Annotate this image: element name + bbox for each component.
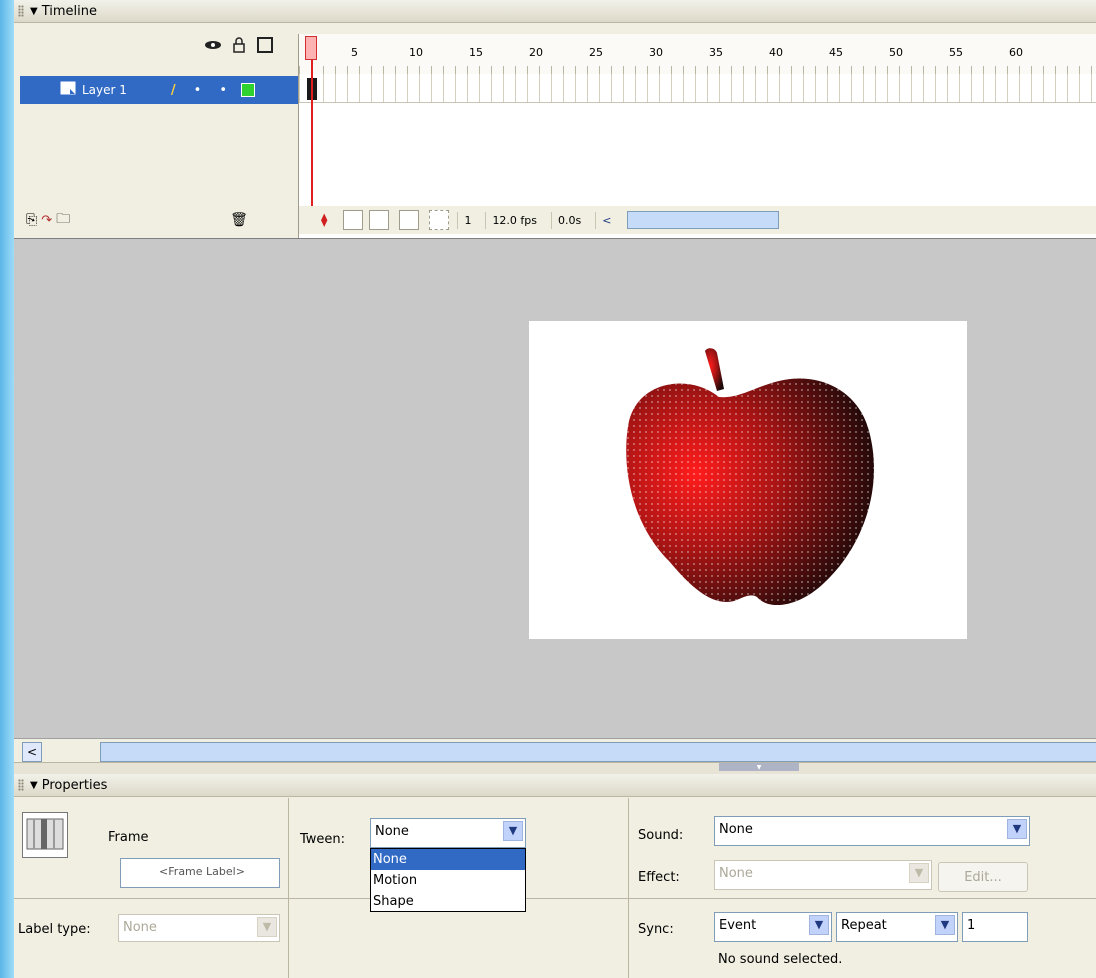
tween-option-shape[interactable]: Shape [371,891,525,912]
insert-layer-icon[interactable]: ⎘ [26,212,37,228]
frames-row[interactable] [299,74,1096,103]
layer-footer: ⎘ ↷ 🗀 🗑 [20,206,300,234]
collapse-triangle-icon[interactable]: ▼ [30,780,38,791]
repeat-select[interactable]: Repeat ▼ [836,912,958,942]
tween-option-none[interactable]: None [371,849,525,870]
timeline-panel: ▼ Timeline Layer 1 / • • ⎘ ↷ 🗀 🗑 5 10 15… [14,0,1096,238]
chevron-down-icon[interactable]: ▼ [935,915,955,935]
effect-label: Effect: [638,870,680,885]
layer-name[interactable]: Layer 1 [82,83,127,97]
chevron-down-icon: ▼ [909,863,929,883]
stage-area[interactable] [14,238,1096,739]
layer-color-icon[interactable] [241,83,255,97]
ruler-tick: 20 [529,46,543,59]
ruler-tick: 55 [949,46,963,59]
tween-select[interactable]: None ▼ [370,818,526,848]
center-frame-icon[interactable]: ⧫ [321,213,327,228]
timeline-scrollbar[interactable] [627,211,780,229]
effect-value: None [719,866,753,881]
add-guide-layer-icon[interactable]: ↷ [41,213,52,228]
repeat-count-input[interactable]: 1 [962,912,1028,942]
properties-title: Properties [41,777,108,793]
tween-dropdown-list[interactable]: None Motion Shape [370,848,526,912]
current-frame: 1 [457,211,477,229]
ruler-tick: 60 [1009,46,1023,59]
collapse-triangle-icon[interactable]: ▼ [30,6,38,17]
sync-select[interactable]: Event ▼ [714,912,832,942]
sound-value: None [719,822,753,837]
divider [14,898,1096,899]
eye-icon[interactable] [204,36,222,54]
ruler-tick: 5 [351,46,358,59]
sound-label: Sound: [638,828,684,843]
tween-label: Tween: [300,832,346,847]
window-edge [0,0,14,978]
ruler-tick: 30 [649,46,663,59]
delete-layer-icon[interactable]: 🗑 [230,212,248,228]
outline-icon[interactable] [256,36,274,54]
lock-dot-icon[interactable]: • [219,83,227,98]
frame-rate[interactable]: 12.0 fps [485,211,543,229]
ruler-tick: 10 [409,46,423,59]
insert-folder-icon[interactable]: 🗀 [56,208,70,232]
frame-ruler[interactable]: 1 5 10 15 20 25 30 35 40 45 50 55 60 [299,34,1096,75]
pencil-icon: / [170,82,176,98]
frame-label-input[interactable]: <Frame Label> [120,858,280,888]
sync-value: Event [719,918,757,933]
chevron-down-icon[interactable]: ▼ [503,821,523,841]
timeline-footer: ⧫ 1 12.0 fps 0.0s < [299,206,1096,234]
ruler-tick: 50 [889,46,903,59]
grip-icon[interactable] [18,5,24,17]
scroll-left-arrow-icon[interactable]: < [22,742,42,762]
sound-status: No sound selected. [718,952,843,967]
layer-header-icons [204,36,274,54]
ruler-tick: 45 [829,46,843,59]
scroll-left-icon[interactable]: < [595,211,617,229]
chevron-down-icon[interactable]: ▼ [1007,819,1027,839]
apple-graphic[interactable] [529,321,967,639]
layer-row[interactable]: Layer 1 / • • [20,76,300,104]
grip-icon[interactable] [18,779,24,791]
playhead-line [311,60,313,210]
ruler-tick: 35 [709,46,723,59]
label-type-select: None ▼ [118,914,280,942]
scroll-thumb[interactable] [100,742,1096,762]
chevron-down-icon: ▼ [257,917,277,937]
frame-area[interactable]: 1 5 10 15 20 25 30 35 40 45 50 55 60 ⧫ [298,34,1096,238]
playhead[interactable] [305,36,317,60]
visible-dot-icon[interactable]: • [194,83,202,98]
elapsed-time: 0.0s [551,211,587,229]
label-type-label: Label type: [18,922,91,937]
chevron-down-icon[interactable]: ▼ [809,915,829,935]
onion-skin-outlines-icon[interactable] [369,210,390,230]
timeline-title: Timeline [41,3,97,19]
modify-markers-icon[interactable] [429,210,450,230]
sound-select[interactable]: None ▼ [714,816,1030,846]
properties-header[interactable]: ▼ Properties [14,774,1096,797]
repeat-value: Repeat [841,918,887,933]
stage[interactable] [529,321,967,639]
ruler-tick: 40 [769,46,783,59]
timeline-header[interactable]: ▼ Timeline [14,0,1096,23]
sync-label: Sync: [638,922,674,937]
tween-value: None [375,824,409,839]
ruler-tick: 25 [589,46,603,59]
frame-label: Frame [108,830,149,845]
edit-multiple-frames-icon[interactable] [399,210,420,230]
lock-icon[interactable] [230,36,248,54]
stage-scrollbar[interactable]: < [14,738,1096,763]
label-type-value: None [123,920,157,935]
divider [628,798,629,978]
effect-select: None ▼ [714,860,932,890]
tween-option-motion[interactable]: Motion [371,870,525,891]
edit-button: Edit... [938,862,1028,892]
collapse-arrow-icon[interactable]: ▼ [719,763,799,771]
onion-skin-icon[interactable] [343,210,364,230]
ruler-tick: 15 [469,46,483,59]
properties-panel: ▼ Properties Frame <Frame Label> Label t… [14,774,1096,978]
divider [288,798,289,978]
flash-app: ▼ Timeline Layer 1 / • • ⎘ ↷ 🗀 🗑 5 10 15… [14,0,1096,978]
frame-icon [22,812,68,858]
layer-icon [60,81,76,99]
